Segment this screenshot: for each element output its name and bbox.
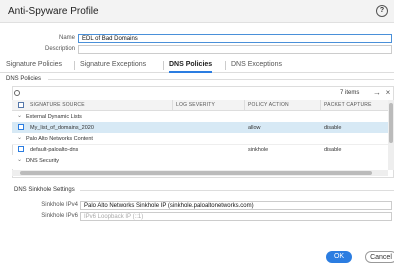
column-log-severity[interactable]: LOG SEVERITY bbox=[176, 102, 215, 108]
tab-separator bbox=[163, 61, 164, 70]
description-row: Description bbox=[0, 45, 394, 55]
chevron-down-icon[interactable]: ⌄ bbox=[17, 134, 22, 141]
arrow-right-icon[interactable]: → bbox=[372, 88, 382, 98]
ok-button[interactable]: OK bbox=[326, 251, 352, 263]
tab-separator bbox=[74, 61, 75, 70]
name-label: Name bbox=[58, 35, 75, 41]
dialog-titlebar: Anti-Spyware Profile ? bbox=[0, 0, 394, 23]
cell-packet-capture[interactable]: disable bbox=[324, 125, 341, 131]
dns-policies-title: DNS Policies bbox=[6, 76, 42, 82]
vertical-scrollbar[interactable] bbox=[388, 100, 394, 170]
column-divider bbox=[244, 100, 245, 110]
help-icon[interactable]: ? bbox=[376, 5, 388, 17]
tab-dns-policies[interactable]: DNS Policies bbox=[169, 61, 213, 73]
section-divider bbox=[80, 190, 394, 191]
sinkhole-ipv6-label: Sinkhole IPv6 bbox=[41, 213, 78, 219]
dialog-title: Anti-Spyware Profile bbox=[8, 6, 99, 17]
tab-separator bbox=[225, 61, 226, 70]
chevron-down-icon[interactable]: ⌄ bbox=[17, 156, 22, 163]
row-checkbox[interactable] bbox=[18, 146, 24, 152]
group-label: DNS Security bbox=[26, 158, 60, 164]
cell-signature-source: My_list_of_domains_2020 bbox=[30, 125, 94, 131]
search-icon[interactable] bbox=[14, 90, 20, 96]
row-checkbox[interactable] bbox=[18, 124, 24, 130]
description-label: Description bbox=[44, 46, 75, 52]
horizontal-scrollbar[interactable] bbox=[12, 170, 388, 176]
items-count: 7 items bbox=[340, 90, 360, 96]
sinkhole-ipv6-select[interactable]: IPv6 Loopback IP (::1) bbox=[80, 212, 392, 221]
column-signature-source[interactable]: SIGNATURE SOURCE bbox=[30, 102, 85, 108]
tab-signature-exceptions[interactable]: Signature Exceptions bbox=[80, 61, 146, 68]
scrollbar-thumb[interactable] bbox=[20, 171, 372, 175]
sinkhole-ipv4-select[interactable]: Palo Alto Networks Sinkhole IP (sinkhole… bbox=[80, 201, 392, 210]
tab-dns-exceptions[interactable]: DNS Exceptions bbox=[231, 61, 282, 68]
column-divider bbox=[172, 100, 173, 110]
column-packet-capture[interactable]: PACKET CAPTURE bbox=[324, 102, 372, 108]
sinkhole-ipv6-row: Sinkhole IPv6 IPv6 Loopback IP (::1) bbox=[0, 212, 394, 222]
cell-packet-capture[interactable]: disable bbox=[324, 147, 341, 153]
sinkhole-ipv4-row: Sinkhole IPv4 Palo Alto Networks Sinkhol… bbox=[0, 201, 394, 211]
cancel-button[interactable]: Cancel bbox=[365, 251, 394, 263]
tab-bar: Signature Policies Signature Exceptions … bbox=[0, 56, 394, 73]
table-header: SIGNATURE SOURCE LOG SEVERITY POLICY ACT… bbox=[12, 100, 388, 111]
sinkhole-title: DNS Sinkhole Settings bbox=[14, 187, 75, 193]
group-row-dns-security[interactable]: ⌄ DNS Security bbox=[12, 155, 388, 169]
group-label: External Dynamic Lists bbox=[26, 114, 82, 120]
chevron-down-icon[interactable]: ⌄ bbox=[17, 112, 22, 119]
column-divider bbox=[320, 100, 321, 110]
column-policy-action[interactable]: POLICY ACTION bbox=[248, 102, 289, 108]
close-icon[interactable]: × bbox=[383, 88, 393, 98]
section-divider bbox=[48, 79, 394, 80]
select-all-checkbox[interactable] bbox=[18, 102, 24, 108]
cell-policy-action[interactable]: sinkhole bbox=[248, 147, 268, 153]
name-row: Name EDL of Bad Domains bbox=[0, 34, 394, 44]
group-label: Palo Alto Networks Content bbox=[26, 136, 93, 142]
cell-policy-action[interactable]: allow bbox=[248, 125, 261, 131]
description-input[interactable] bbox=[78, 45, 392, 54]
scrollbar-thumb[interactable] bbox=[389, 103, 393, 143]
sinkhole-ipv4-label: Sinkhole IPv4 bbox=[41, 202, 78, 208]
cell-signature-source: default-paloalto-dns bbox=[30, 147, 79, 153]
tab-signature-policies[interactable]: Signature Policies bbox=[6, 61, 62, 68]
name-input[interactable]: EDL of Bad Domains bbox=[78, 34, 392, 43]
